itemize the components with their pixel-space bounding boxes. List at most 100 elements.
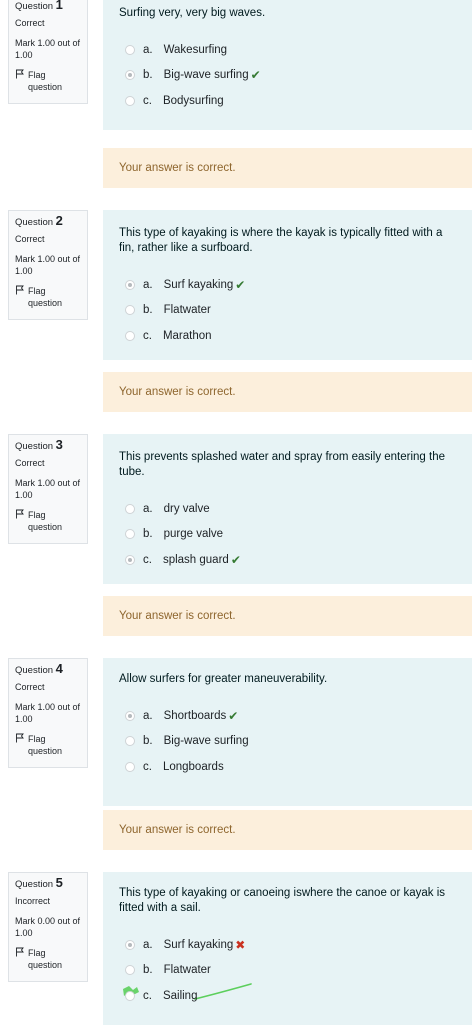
question-label: Question xyxy=(15,217,54,228)
radio-button-selected[interactable] xyxy=(125,70,135,81)
question-grade: Mark 1.00 out of 1.00 xyxy=(15,478,81,500)
question-text: This prevents splashed water and spray f… xyxy=(119,451,445,478)
question-state: Correct xyxy=(15,458,45,468)
flag-icon xyxy=(16,69,24,79)
answer-letter: c. xyxy=(143,760,152,773)
flag-question-link[interactable]: Flag question xyxy=(15,285,81,309)
answer-option[interactable]: c. Longboards xyxy=(119,754,458,780)
answer-label: Sailing xyxy=(162,989,198,1002)
answer-option[interactable]: a. Wakesurfing xyxy=(119,37,458,63)
answer-option[interactable]: c. Bodysurfing xyxy=(119,88,458,114)
feedback-box: Your answer is correct. xyxy=(103,372,472,412)
radio-button[interactable] xyxy=(125,305,135,316)
answer-option[interactable]: a. Surf kayaking ✔ xyxy=(119,272,458,298)
answer-label: Bodysurfing xyxy=(162,94,224,107)
answer-letter: b. xyxy=(143,69,153,82)
flag-icon xyxy=(16,509,24,519)
answer-letter: a. xyxy=(143,938,153,951)
radio-button-selected[interactable] xyxy=(125,939,135,950)
question-number: 3 xyxy=(55,437,63,452)
flag-question-link[interactable]: Flag question xyxy=(15,509,81,533)
answer-label: purge valve xyxy=(163,528,224,541)
feedback-box: Your answer is correct. xyxy=(103,148,472,188)
radio-button-selected[interactable] xyxy=(125,554,135,565)
answer-label: Big-wave surfing xyxy=(163,735,249,748)
flag-icon xyxy=(16,285,24,295)
answer-letter: a. xyxy=(143,502,153,515)
answer-option[interactable]: a. Surf kayaking ✖ xyxy=(119,932,458,958)
radio-button[interactable] xyxy=(125,44,135,55)
answer-option[interactable]: c. splash guard ✔ xyxy=(119,547,458,573)
radio-button[interactable] xyxy=(125,965,135,976)
radio-button[interactable] xyxy=(125,761,135,772)
flag-question-link[interactable]: Flag question xyxy=(15,733,81,757)
feedback-text: Your answer is correct. xyxy=(119,386,236,398)
answer-option[interactable]: a. Shortboards ✔ xyxy=(119,703,458,729)
question-state: Correct xyxy=(15,682,45,692)
question-state: Incorrect xyxy=(15,896,51,906)
answer-option[interactable]: b. purge valve xyxy=(119,522,458,548)
question-label: Question xyxy=(15,665,54,676)
answer-letter: a. xyxy=(143,709,153,722)
answer-letter: c. xyxy=(143,553,152,566)
answer-label: Flatwater xyxy=(163,964,211,977)
check-icon: ✔ xyxy=(230,552,241,567)
feedback-text: Your answer is correct. xyxy=(119,162,236,174)
answer-option[interactable]: c. Marathon xyxy=(119,323,458,349)
question-info: Question 3 Correct Mark 1.00 out of 1.00 … xyxy=(8,434,88,544)
answer-label: splash guard xyxy=(162,553,229,566)
flag-icon xyxy=(16,733,24,743)
answer-label: Shortboards xyxy=(163,709,227,722)
cross-icon: ✖ xyxy=(235,937,246,952)
answer-letter: b. xyxy=(143,735,153,748)
answer-letter: c. xyxy=(143,989,152,1002)
feedback-text: Your answer is correct. xyxy=(119,610,236,622)
question-content: This prevents splashed water and spray f… xyxy=(103,434,472,584)
question-info: Question 4 Correct Mark 1.00 out of 1.00 … xyxy=(8,658,88,768)
question-text: This type of kayaking or canoeing iswher… xyxy=(119,887,446,914)
answer-option[interactable]: b. Flatwater xyxy=(119,298,458,324)
radio-button[interactable] xyxy=(125,736,135,747)
answer-letter: b. xyxy=(143,964,153,977)
radio-button[interactable] xyxy=(125,503,135,514)
answer-option[interactable]: b. Big-wave surfing ✔ xyxy=(119,63,458,89)
radio-button[interactable] xyxy=(125,529,135,540)
question-text: Surfing very, very big waves. xyxy=(119,7,266,19)
question-number: 1 xyxy=(55,0,63,12)
feedback-box: Your answer is correct. xyxy=(103,596,472,636)
answer-letter: b. xyxy=(143,528,153,541)
question-info: Question 5 Incorrect Mark 0.00 out of 1.0… xyxy=(8,872,88,982)
radio-button[interactable] xyxy=(125,95,135,106)
answer-option[interactable]: c. Sailing xyxy=(119,983,458,1009)
answer-option[interactable]: a. dry valve xyxy=(119,496,458,522)
question-label: Question xyxy=(15,879,54,890)
answer-label: Longboards xyxy=(162,760,224,773)
radio-button[interactable] xyxy=(125,990,135,1001)
answer-label: Marathon xyxy=(162,329,212,342)
question-number-line: Question 5 xyxy=(15,875,81,891)
question-grade: Mark 1.00 out of 1.00 xyxy=(15,38,81,60)
feedback-text: Your answer is correct. xyxy=(119,824,236,836)
answer-letter: c. xyxy=(143,94,152,107)
question-number-line: Question 1 xyxy=(15,0,81,13)
answer-letter: c. xyxy=(143,329,152,342)
radio-button-selected[interactable] xyxy=(125,279,135,290)
question-grade: Mark 0.00 out of 1.00 xyxy=(15,916,81,938)
flag-question-link[interactable]: Flag question xyxy=(15,69,81,93)
question-number: 4 xyxy=(55,661,63,676)
answer-label: dry valve xyxy=(163,502,210,515)
check-icon: ✔ xyxy=(228,708,239,723)
answer-label: Flatwater xyxy=(163,304,211,317)
check-icon: ✔ xyxy=(235,277,246,292)
radio-button-selected[interactable] xyxy=(125,710,135,721)
question-number: 5 xyxy=(55,875,63,890)
flag-question-link[interactable]: Flag question xyxy=(15,947,81,971)
question-info: Question 1 Correct Mark 1.00 out of 1.00 … xyxy=(8,0,88,104)
answer-option[interactable]: b. Big-wave surfing xyxy=(119,729,458,755)
question-content: Allow surfers for greater maneuverabilit… xyxy=(103,658,472,806)
radio-button[interactable] xyxy=(125,330,135,341)
answer-label: Wakesurfing xyxy=(163,43,228,56)
question-content: Surfing very, very big waves. a. Wakesur… xyxy=(103,0,472,130)
question-info: Question 2 Correct Mark 1.00 out of 1.00 … xyxy=(8,210,88,320)
question-content: This type of kayaking is where the kayak… xyxy=(103,210,472,360)
